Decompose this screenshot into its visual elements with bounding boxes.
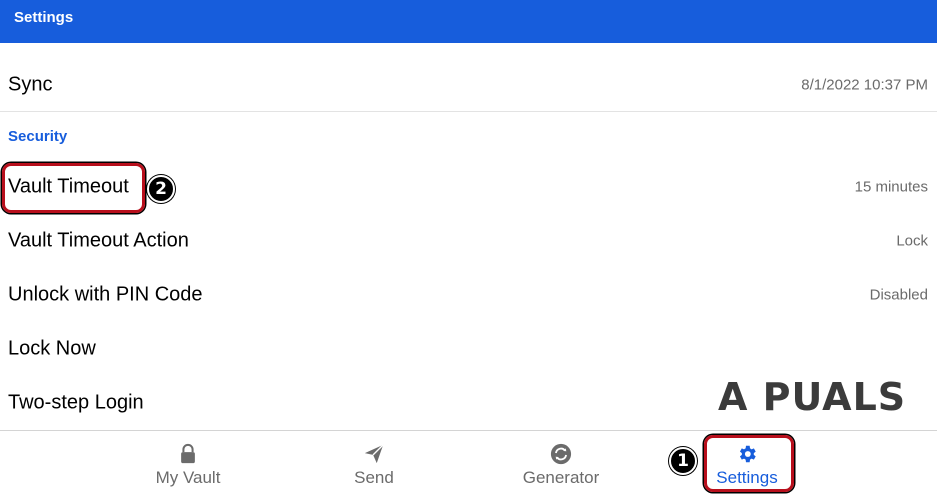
settings-row-sync[interactable]: Sync 8/1/2022 10:37 PM (0, 58, 937, 112)
step-badge-2: 2 (147, 175, 175, 203)
row-value: Lock (896, 232, 928, 250)
row-value: Disabled (869, 286, 928, 304)
app-bar: Settings (0, 0, 937, 43)
nav-label: My Vault (155, 468, 221, 487)
settings-row-unlock-pin[interactable]: Unlock with PIN Code Disabled (0, 268, 937, 322)
nav-my-vault[interactable]: My Vault (128, 431, 248, 494)
callout-highlight-vault-timeout (2, 163, 145, 213)
divider (0, 111, 937, 112)
row-label: Vault Timeout Action (8, 229, 189, 252)
refresh-icon (550, 443, 572, 465)
row-value: 15 minutes (854, 178, 928, 196)
step-badge-1: 1 (669, 447, 697, 475)
page-title: Settings (14, 9, 74, 26)
row-label: Two-step Login (8, 391, 144, 414)
nav-label: Generator (522, 468, 600, 487)
callout-highlight-settings-nav (704, 435, 794, 492)
lock-icon (181, 443, 195, 464)
nav-send[interactable]: Send (314, 431, 434, 494)
nav-generator[interactable]: Generator (501, 431, 621, 494)
row-label: Lock Now (8, 337, 96, 360)
bottom-nav: My Vault Send Generator Settings (0, 430, 937, 494)
row-label: Unlock with PIN Code (8, 283, 203, 306)
settings-row-lock-now[interactable]: Lock Now (0, 322, 937, 376)
settings-row-vault-timeout-action[interactable]: Vault Timeout Action Lock (0, 214, 937, 268)
watermark-logo: A PUALS (718, 375, 906, 419)
paper-plane-icon (364, 444, 384, 464)
row-value: 8/1/2022 10:37 PM (801, 76, 928, 94)
watermark-text: A PUALS (718, 375, 907, 419)
nav-label: Send (354, 468, 394, 487)
row-label: Sync (8, 73, 53, 96)
section-header-security: Security (8, 128, 68, 145)
